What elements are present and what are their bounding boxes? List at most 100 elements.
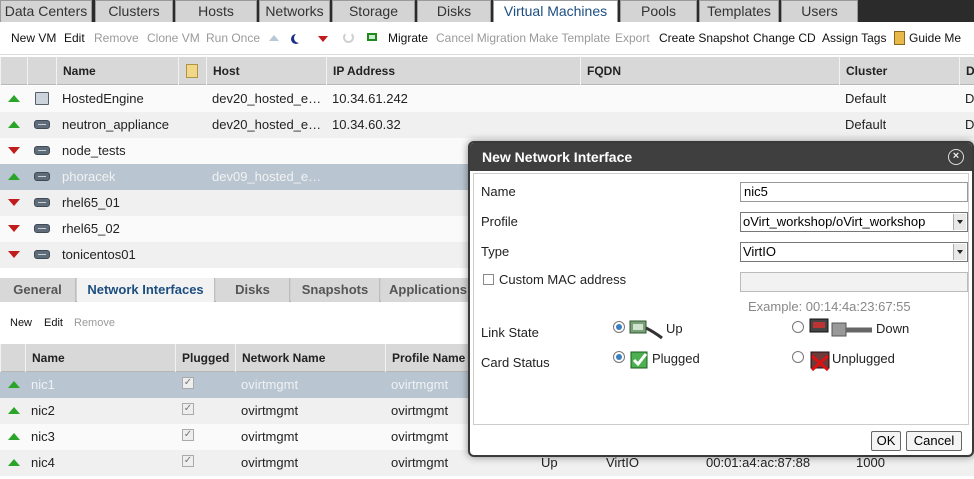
tab-snapshots[interactable]: Snapshots — [291, 278, 380, 302]
vm-cluster: Default — [845, 91, 887, 106]
type-select[interactable]: VirtIO — [740, 242, 968, 262]
change-cd-button[interactable]: Change CD — [753, 31, 816, 45]
tab-disks[interactable]: Disks — [417, 0, 491, 22]
ip-column-header[interactable]: IP Address — [326, 57, 580, 85]
create-snapshot-button[interactable]: Create Snapshot — [659, 31, 749, 45]
comment-column-header[interactable] — [178, 57, 206, 85]
nic-name-column-header[interactable]: Name — [25, 344, 175, 372]
custom-mac-checkbox[interactable] — [483, 274, 494, 285]
profile-label: Profile — [481, 214, 518, 229]
make-template-button[interactable]: Make Template — [529, 31, 610, 45]
run-icon[interactable] — [269, 35, 279, 41]
nic-up-icon — [8, 381, 20, 388]
type-label: Type — [481, 244, 510, 259]
clone-vm-button[interactable]: Clone VM — [147, 31, 200, 45]
status-up-icon — [8, 121, 20, 128]
tab-storage[interactable]: Storage — [332, 0, 415, 22]
guide-me-icon[interactable] — [894, 31, 905, 45]
tab-disks-detail[interactable]: Disks — [216, 278, 290, 302]
remove-vm-button[interactable]: Remove — [94, 31, 139, 45]
export-button[interactable]: Export — [615, 31, 650, 45]
fqdn-column-header[interactable]: FQDN — [580, 57, 839, 85]
server-vm-icon — [34, 146, 50, 155]
vm-row[interactable]: HostedEngine dev20_hosted_e… 10.34.61.24… — [0, 86, 974, 112]
plugged-column-header[interactable]: Plugged — [175, 344, 235, 372]
ok-button[interactable]: OK — [871, 431, 901, 451]
edit-vm-button[interactable]: Edit — [64, 31, 85, 45]
remove-nic-button[interactable]: Remove — [74, 317, 115, 329]
cancel-button[interactable]: Cancel — [906, 431, 962, 451]
nic-up-icon — [8, 433, 20, 440]
tab-data-centers[interactable]: Data Centers — [0, 0, 92, 22]
assign-tags-button[interactable]: Assign Tags — [822, 31, 886, 45]
tab-pools[interactable]: Pools — [620, 0, 697, 22]
console-icon[interactable] — [367, 33, 377, 41]
tab-virtual-machines[interactable]: Virtual Machines — [493, 0, 618, 22]
tab-network-interfaces[interactable]: Network Interfaces — [77, 278, 215, 302]
nic-network: ovirtmgmt — [241, 377, 299, 392]
network-name-column-header[interactable]: Network Name — [235, 344, 385, 372]
nic-up-icon — [8, 407, 20, 414]
migrate-button[interactable]: Migrate — [388, 31, 428, 45]
close-icon[interactable]: × — [948, 149, 964, 165]
profile-value: oVirt_workshop/oVirt_workshop — [743, 214, 926, 229]
tab-networks[interactable]: Networks — [259, 0, 330, 22]
card-plugged-radio[interactable] — [613, 351, 625, 363]
type-column-header[interactable] — [27, 57, 56, 85]
new-vm-button[interactable]: New VM — [11, 31, 56, 45]
guide-me-button[interactable]: Guide Me — [909, 31, 961, 45]
status-up-icon — [8, 95, 20, 102]
vm-datacenter: D — [965, 117, 974, 132]
host-column-header[interactable]: Host — [206, 57, 326, 85]
profile-name-column-header[interactable]: Profile Name — [385, 344, 475, 372]
edit-nic-button[interactable]: Edit — [44, 317, 63, 329]
mac-address-field[interactable] — [740, 272, 968, 292]
nic-name: nic3 — [31, 429, 55, 444]
server-vm-icon — [34, 224, 50, 233]
status-down-icon — [8, 199, 20, 206]
nic-name: nic2 — [31, 403, 55, 418]
custom-mac-label: Custom MAC address — [499, 272, 627, 287]
profile-select[interactable]: oVirt_workshop/oVirt_workshop — [740, 212, 968, 232]
vm-toolbar: New VM Edit Remove Clone VM Run Once Mig… — [0, 22, 974, 55]
plugged-checkbox: ✓ — [182, 377, 194, 389]
vm-name: rhel65_02 — [62, 221, 120, 236]
reboot-icon[interactable] — [343, 32, 354, 43]
tab-hosts[interactable]: Hosts — [175, 0, 257, 22]
plugged-checkbox: ✓ — [182, 403, 194, 415]
vm-name: tonicentos01 — [62, 247, 136, 262]
nic-network: ovirtmgmt — [241, 403, 299, 418]
run-once-button[interactable]: Run Once — [206, 31, 260, 45]
name-field[interactable]: nic5 — [740, 182, 968, 202]
new-nic-button[interactable]: New — [10, 317, 32, 329]
suspend-icon[interactable] — [294, 33, 304, 43]
chevron-down-icon[interactable] — [953, 214, 966, 230]
link-state-label: Link State — [481, 325, 539, 340]
tab-clusters[interactable]: Clusters — [95, 0, 173, 22]
nic-status-column-header[interactable] — [0, 344, 25, 372]
status-column-header[interactable] — [0, 57, 27, 85]
comment-icon — [186, 64, 198, 78]
tab-users[interactable]: Users — [781, 0, 858, 22]
cluster-column-header[interactable]: Cluster — [839, 57, 959, 85]
link-up-radio[interactable] — [613, 321, 625, 333]
vm-datacenter: D — [965, 91, 974, 106]
chevron-down-icon[interactable] — [953, 244, 966, 260]
name-column-header[interactable]: Name — [56, 57, 178, 85]
card-unplugged-radio[interactable] — [792, 351, 804, 363]
link-down-radio[interactable] — [792, 321, 804, 333]
tab-templates[interactable]: Templates — [699, 0, 779, 22]
card-plugged-label: Plugged — [652, 351, 700, 366]
datacenter-column-header[interactable]: D — [959, 57, 974, 85]
mac-example-hint: Example: 00:14:4a:23:67:55 — [748, 299, 911, 314]
tab-applications[interactable]: Applications — [381, 278, 476, 302]
plugged-checkbox: ✓ — [182, 455, 194, 467]
tab-general[interactable]: General — [0, 278, 76, 302]
card-unplugged-icon — [810, 351, 830, 372]
dialog-title: New Network Interface — [470, 143, 972, 171]
status-up-icon — [8, 173, 20, 180]
vm-name: rhel65_01 — [62, 195, 120, 210]
cancel-migration-button[interactable]: Cancel Migration — [436, 31, 526, 45]
shutdown-icon[interactable] — [318, 36, 328, 42]
vm-row[interactable]: neutron_appliance dev20_hosted_e… 10.34.… — [0, 112, 974, 138]
